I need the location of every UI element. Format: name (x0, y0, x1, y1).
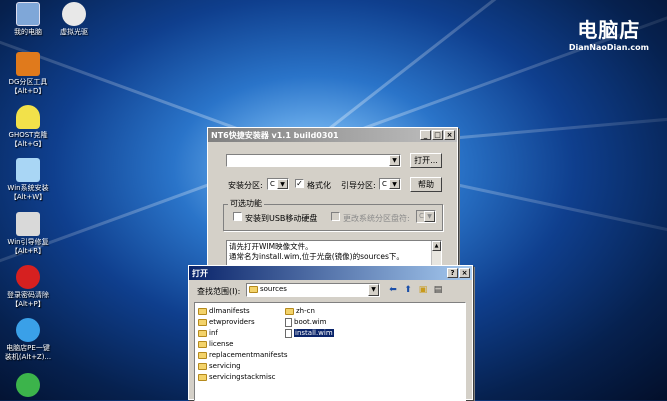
nt6-title-bar[interactable]: NT6快捷安装器 v1.1 build0301 _ □ × (208, 128, 457, 142)
open-dialog-title-bar[interactable]: 打开 ? × (189, 266, 472, 280)
win-install-icon (16, 158, 40, 182)
desktop-icon-password-clear[interactable]: 登录密码清除 【Alt+P】 (2, 265, 54, 309)
desktop-icon-label: 电脑店PE一键 装机(Alt+Z)... (4, 344, 52, 361)
desktop-icon-pe-install[interactable]: 电脑店PE一键 装机(Alt+Z)... (2, 318, 54, 362)
usb-label: 安装到USB移动硬盘 (245, 214, 318, 223)
folder-icon (198, 351, 207, 359)
desktop-icon-label: 我的电脑 (14, 28, 42, 36)
desktop-icon-browser[interactable] (2, 373, 54, 399)
install-partition-label: 安装分区: (228, 181, 263, 190)
help-button[interactable]: 帮助 (410, 177, 442, 192)
open-file-dialog: 打开 ? × 查找范围(I): sources ▼ ⬅ ⬆ ▣ ▤ dlmani… (188, 265, 473, 401)
list-item[interactable]: servicing (198, 361, 241, 371)
folder-icon (198, 373, 207, 381)
desktop-icon-my-computer[interactable]: 我的电脑 (2, 2, 54, 37)
chevron-down-icon[interactable]: ▼ (389, 155, 400, 166)
virtual-drive-icon (62, 2, 86, 26)
install-partition-value: C (270, 180, 275, 188)
file-list[interactable]: dlmanifests etwproviders inf license rep… (194, 302, 466, 401)
boot-partition-value: C (382, 180, 387, 188)
partition-tool-icon (16, 52, 40, 76)
folder-icon (198, 329, 207, 337)
format-checkbox[interactable]: ✓ (295, 179, 304, 188)
computer-icon (16, 2, 40, 26)
list-item[interactable]: zh-cn (285, 306, 315, 316)
list-item[interactable]: servicingstackmisc (198, 372, 275, 382)
list-item[interactable]: etwproviders (198, 317, 255, 327)
list-item[interactable]: license (198, 339, 233, 349)
list-item[interactable]: replacementmanifests (198, 350, 287, 360)
file-icon (285, 317, 292, 327)
file-icon (285, 328, 292, 338)
scroll-up-icon[interactable]: ▲ (432, 241, 441, 251)
change-drive-label: 更改系统分区盘符: (343, 214, 410, 223)
desktop-icon-dg-partition[interactable]: DG分区工具 【Alt+D】 (2, 52, 54, 96)
ghost-icon (16, 105, 40, 129)
password-clear-icon (16, 265, 40, 289)
view-menu-icon[interactable]: ▤ (432, 284, 444, 296)
desktop-icon-ghost[interactable]: GHOST克隆 【Alt+G】 (2, 105, 54, 149)
folder-icon (198, 318, 207, 326)
desktop-icon-label: Win系统安装 【Alt+W】 (7, 184, 49, 201)
nt6-title: NT6快捷安装器 v1.1 build0301 (211, 130, 339, 140)
folder-icon (198, 340, 207, 348)
chevron-down-icon: ▼ (424, 211, 435, 222)
list-item[interactable]: boot.wim (285, 317, 326, 327)
install-partition-select[interactable]: C ▼ (267, 178, 289, 190)
usb-checkbox[interactable] (233, 212, 242, 221)
folder-icon (285, 307, 294, 315)
desktop-icon-boot-repair[interactable]: Win引导修复 【Alt+R】 (2, 212, 54, 256)
desktop-icon-virtual-drive[interactable]: 虚拟光驱 (48, 2, 100, 37)
list-item[interactable]: dlmanifests (198, 306, 250, 316)
new-folder-icon[interactable]: ▣ (417, 284, 429, 296)
open-button[interactable]: 打开... (410, 153, 442, 168)
folder-icon (198, 362, 207, 370)
message-line-1: 请先打开WIM映像文件。 (229, 242, 313, 251)
logo-main-text: 电脑店 (577, 18, 641, 42)
pe-install-icon (16, 318, 40, 342)
desktop-icon-win-install[interactable]: Win系统安装 【Alt+W】 (2, 158, 54, 202)
maximize-button[interactable]: □ (432, 130, 443, 140)
desktop-icon-label: 虚拟光驱 (60, 28, 88, 36)
globe-icon (16, 373, 40, 397)
help-icon[interactable]: ? (447, 268, 458, 278)
desktop-icon-label: Win引导修复 【Alt+R】 (7, 238, 49, 255)
lookin-label: 查找范围(I): (197, 287, 241, 296)
change-drive-checkbox (331, 212, 340, 221)
boot-partition-label: 引导分区: (341, 181, 376, 190)
boot-partition-select[interactable]: C ▼ (379, 178, 401, 190)
close-button[interactable]: × (444, 130, 455, 140)
minimize-button[interactable]: _ (420, 130, 431, 140)
message-line-2: 通常名为install.wim,位于光盘(镜像)的sources下。 (229, 252, 404, 261)
open-dialog-title: 打开 (192, 268, 208, 278)
list-item-selected[interactable]: install.wim (285, 328, 334, 338)
chevron-down-icon[interactable]: ▼ (368, 284, 379, 296)
chevron-down-icon[interactable]: ▼ (389, 179, 400, 189)
wim-path-combobox[interactable]: ▼ (226, 154, 401, 167)
back-arrow-icon[interactable]: ⬅ (387, 284, 399, 296)
up-folder-icon[interactable]: ⬆ (402, 284, 414, 296)
folder-icon (198, 307, 207, 315)
brand-logo: 电脑店 DianNaoDian.com (569, 14, 649, 52)
boot-repair-icon (16, 212, 40, 236)
chevron-down-icon[interactable]: ▼ (277, 179, 288, 189)
close-button[interactable]: × (459, 268, 470, 278)
format-label: 格式化 (307, 181, 331, 190)
lookin-value: sources (260, 285, 287, 293)
desktop-icon-label: 登录密码清除 【Alt+P】 (7, 291, 49, 308)
change-drive-select: C ▼ (416, 210, 436, 223)
list-item[interactable]: inf (198, 328, 218, 338)
logo-sub-text: DianNaoDian.com (568, 43, 649, 52)
lookin-combobox[interactable]: sources ▼ (246, 283, 380, 297)
desktop-icon-label: DG分区工具 【Alt+D】 (8, 78, 48, 95)
options-group-title: 可选功能 (228, 198, 264, 209)
desktop-icon-label: GHOST克隆 【Alt+G】 (8, 131, 48, 148)
folder-icon (249, 285, 258, 293)
